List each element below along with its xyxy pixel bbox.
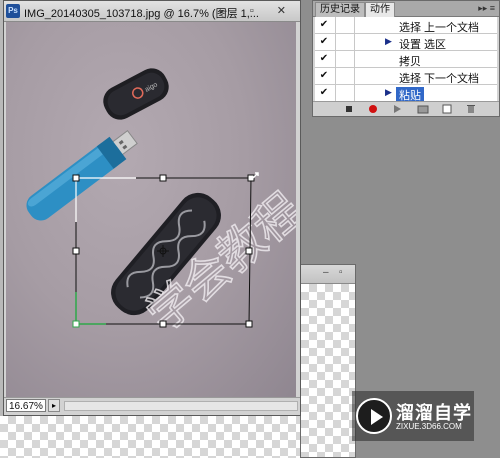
- play-logo-icon: [356, 398, 392, 434]
- record-icon[interactable]: [367, 104, 379, 114]
- document-window[interactable]: Ps IMG_20140305_103718.jpg @ 16.7% (图层 1…: [3, 0, 301, 416]
- photoshop-icon: Ps: [6, 4, 20, 18]
- actions-panel: 历史记录 动作 ▸▸ ≡ ✔ 选择 上一个文档 ✔ ▶ 设置 选区 ✔ 拷贝 ✔…: [312, 0, 500, 117]
- panel-footer: [313, 101, 499, 116]
- action-label: 选择 上一个文档: [399, 22, 480, 34]
- action-row-selected[interactable]: ✔ ▶ 粘贴: [315, 85, 497, 103]
- expand-triangle-icon[interactable]: ▶: [385, 87, 392, 98]
- document-status-bar: 16.67% ▸: [4, 397, 300, 415]
- usb-cap: aigo: [103, 68, 169, 120]
- action-toggle-checkbox[interactable]: ✔: [318, 70, 330, 82]
- minimize-button[interactable]: –: [323, 268, 329, 278]
- status-menu-icon[interactable]: ▸: [48, 399, 60, 412]
- dialog-toggle[interactable]: [335, 51, 355, 67]
- image-canvas[interactable]: aigo 学会教程: [6, 22, 296, 398]
- action-row[interactable]: ✔ 选择 下一个文档: [315, 68, 497, 85]
- transparent-canvas[interactable]: [301, 284, 355, 457]
- action-label: 设置 选区: [399, 39, 447, 51]
- action-row[interactable]: ✔ 拷贝: [315, 51, 497, 68]
- new-set-icon[interactable]: [417, 104, 429, 114]
- tab-actions[interactable]: 动作: [365, 2, 395, 17]
- background-document-titlebar[interactable]: – ▫: [301, 265, 355, 284]
- dialog-toggle[interactable]: [335, 85, 355, 101]
- usb-drive: [26, 130, 138, 221]
- site-watermark: 溜溜自学 ZIXUE.3D66.COM: [352, 391, 474, 441]
- panel-menu-icon[interactable]: ▸▸ ≡: [478, 3, 495, 14]
- new-action-icon[interactable]: [441, 104, 453, 114]
- tab-history[interactable]: 历史记录: [315, 2, 365, 17]
- background-document-window[interactable]: – ▫: [300, 264, 356, 458]
- action-toggle-checkbox[interactable]: ✔: [318, 87, 330, 99]
- dialog-toggle[interactable]: [335, 34, 355, 50]
- minimize-button[interactable]: –: [221, 5, 237, 17]
- action-toggle-checkbox[interactable]: ✔: [318, 36, 330, 48]
- dialog-toggle[interactable]: [335, 68, 355, 84]
- action-toggle-checkbox[interactable]: ✔: [318, 19, 330, 31]
- dialog-toggle[interactable]: [335, 17, 355, 33]
- expand-triangle-icon[interactable]: ▶: [385, 36, 392, 47]
- transparent-canvas-strip: [0, 416, 300, 458]
- action-row[interactable]: ✔ ▶ 设置 选区: [315, 34, 497, 51]
- horizontal-scrollbar[interactable]: [64, 401, 298, 411]
- action-toggle-checkbox[interactable]: ✔: [318, 53, 330, 65]
- action-label: 拷贝: [399, 56, 421, 68]
- stop-icon[interactable]: [343, 104, 355, 114]
- play-icon[interactable]: [391, 104, 403, 114]
- action-row[interactable]: ✔ 选择 上一个文档: [315, 17, 497, 34]
- panel-tab-bar: 历史记录 动作 ▸▸ ≡: [313, 1, 499, 17]
- delete-icon[interactable]: [465, 104, 477, 114]
- zoom-field[interactable]: 16.67%: [6, 399, 46, 412]
- maximize-button[interactable]: ▫: [250, 5, 264, 17]
- watermark-url: ZIXUE.3D66.COM: [396, 422, 462, 431]
- actions-list: ✔ 选择 上一个文档 ✔ ▶ 设置 选区 ✔ 拷贝 ✔ 选择 下一个文档 ✔ ▶…: [315, 17, 497, 103]
- document-titlebar[interactable]: Ps IMG_20140305_103718.jpg @ 16.7% (图层 1…: [4, 1, 300, 22]
- close-button[interactable]: ✕: [277, 5, 296, 17]
- action-label: 选择 下一个文档: [399, 73, 480, 85]
- photo-content: aigo 学会教程: [26, 68, 296, 343]
- maximize-button[interactable]: ▫: [339, 268, 343, 278]
